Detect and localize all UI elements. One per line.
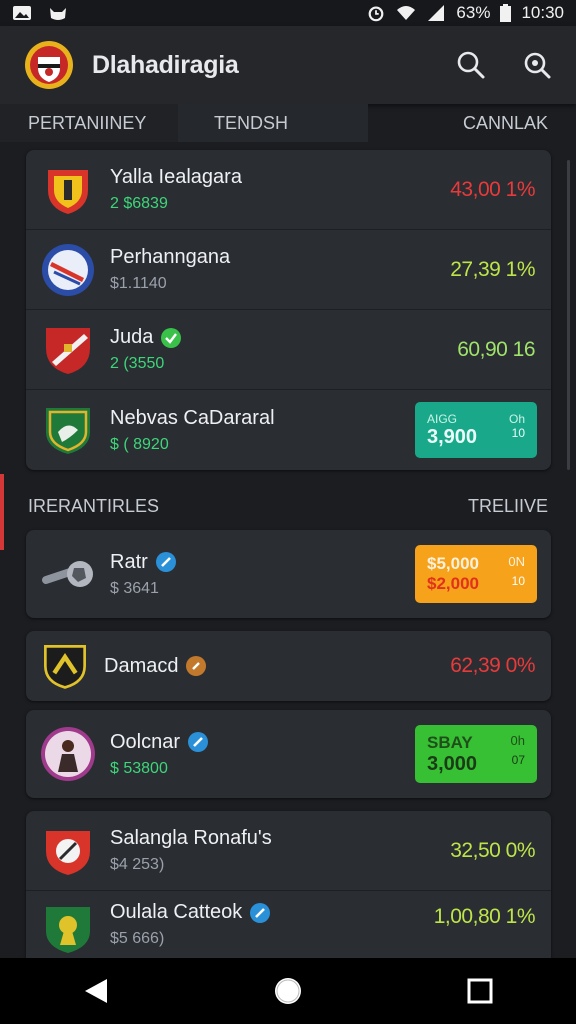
item-name: Yalla Iealagara	[110, 166, 242, 188]
pill-label-right: 0h	[510, 732, 525, 748]
app-title: Dlahadiragia	[92, 50, 239, 79]
item-value: 1,00,80 1%	[433, 905, 536, 928]
item-sub: $5 666)	[110, 930, 165, 947]
item-sub: $4 253)	[110, 856, 165, 873]
item-name: Juda	[110, 326, 182, 349]
home-icon	[275, 978, 301, 1004]
zoom-search-icon[interactable]	[522, 50, 552, 80]
list-item[interactable]: Perhanngana $1.1140 27,39 1%	[26, 230, 551, 310]
club-crest-icon	[46, 408, 90, 454]
search-icon[interactable]	[456, 50, 486, 80]
item-sub: $ 53800	[110, 759, 168, 777]
wifi-icon	[397, 6, 416, 20]
club-crest-icon	[42, 243, 94, 296]
list-item[interactable]: Yalla Iealagara 2 $6839 43,00 1%	[26, 150, 551, 230]
club-crest-icon	[46, 907, 90, 953]
pill-value: $2,000	[427, 574, 479, 593]
pill-value: 3,900	[427, 425, 478, 448]
item-sub: $ ( 8920	[110, 435, 169, 453]
list-item[interactable]: Oolcnar $ 53800 SBAY 0h 3,000 07	[26, 710, 551, 798]
player-card[interactable]: Damacd 62,39 0%	[26, 631, 551, 701]
item-name: Ratr	[110, 551, 176, 574]
list-item[interactable]: Nebvas CaDararal $ ( 8920 AIGG Oh 3,900 10	[26, 390, 551, 470]
bottom-list-card: Salangla Ronafu's $4 253) 32,50 0% Oulal…	[26, 811, 551, 958]
club-crest-icon	[46, 830, 90, 875]
tab-1[interactable]: PERTANIINEY	[0, 104, 178, 142]
section-action[interactable]: TRELIIVE	[468, 496, 548, 517]
verified-icon	[250, 902, 271, 923]
club-crest-icon	[48, 169, 88, 214]
pill-small: 07	[511, 752, 525, 767]
verified-icon	[188, 732, 209, 752]
recents-icon	[467, 978, 493, 1004]
list-item[interactable]: Damacd 62,39 0%	[26, 631, 551, 701]
pill-small: 10	[511, 574, 525, 588]
section-header: IRERANTIRLES TRELIIVE	[0, 490, 576, 522]
item-name: Oulala Catteok	[110, 901, 271, 924]
recents-button[interactable]	[456, 967, 504, 1015]
coin-icon	[186, 656, 207, 676]
home-button[interactable]	[264, 967, 312, 1015]
clock: 10:30	[521, 3, 564, 22]
gallery-icon	[13, 6, 31, 20]
scrollbar[interactable]	[567, 160, 570, 470]
item-value: 60,90 16	[457, 337, 535, 361]
pill-small: 10	[511, 425, 525, 440]
alarm-icon	[369, 6, 384, 22]
club-crest-icon	[46, 327, 90, 374]
club-logo	[25, 41, 73, 89]
club-crest-icon	[44, 645, 86, 689]
item-sub: 2 $6839	[110, 195, 168, 212]
item-name: Nebvas CaDararal	[110, 406, 275, 429]
item-value: 32,50 0%	[450, 838, 535, 862]
item-sub: $1.1140	[110, 275, 167, 292]
pill-label: AIGG	[427, 411, 458, 426]
back-button[interactable]	[72, 967, 120, 1015]
list-item[interactable]: Salangla Ronafu's $4 253) 32,50 0%	[26, 811, 551, 891]
list-item[interactable]: Oulala Catteok $5 666) 1,00,80 1%	[26, 891, 551, 958]
item-name: Oolcnar	[110, 731, 209, 754]
player-card[interactable]: Oolcnar $ 53800 SBAY 0h 3,000 07	[26, 710, 551, 798]
pill-label-right: 0N	[508, 554, 525, 569]
value-pill[interactable]: AIGG Oh 3,900 10	[415, 402, 537, 458]
pill-label: $5,000	[427, 554, 479, 573]
item-name: Perhanngana	[110, 246, 231, 268]
item-value: 43,00 1%	[450, 177, 535, 201]
tab-2[interactable]: TENDSH	[178, 104, 368, 142]
battery-icon	[500, 4, 512, 22]
item-value: 62,39 0%	[450, 654, 535, 677]
tab-3[interactable]: CANNLAK	[463, 104, 576, 142]
verified-icon	[155, 552, 176, 572]
item-value: 27,39 1%	[450, 257, 535, 281]
pill-value: 3,000	[427, 752, 478, 775]
item-name: Salangla Ronafu's	[110, 827, 272, 849]
top-list-card: Yalla Iealagara 2 $6839 43,00 1% Perhann…	[26, 150, 551, 470]
value-pill[interactable]: SBAY 0h 3,000 07	[415, 725, 537, 783]
value-pill[interactable]: $5,000 0N $2,000 10	[415, 545, 537, 603]
football-icon	[42, 561, 93, 587]
tab-bar: PERTANIINEY TENDSH CANNLAK	[0, 104, 576, 142]
list-item[interactable]: Ratr $ 3641 $5,000 0N $2,000 10	[26, 530, 551, 618]
pill-label-right: Oh	[508, 411, 525, 426]
app-bar: Dlahadiragia	[0, 26, 576, 104]
player-card[interactable]: Ratr $ 3641 $5,000 0N $2,000 10	[26, 530, 551, 618]
list-item[interactable]: Juda 2 (3550 60,90 16	[26, 310, 551, 390]
battery-percent: 63%	[456, 3, 491, 22]
signal-icon	[428, 5, 445, 21]
back-icon	[85, 979, 107, 1003]
player-avatar	[41, 727, 95, 781]
verified-icon	[161, 327, 182, 348]
item-sub: 2 (3550	[110, 355, 165, 372]
pill-label: SBAY	[427, 732, 473, 752]
item-name: Damacd	[104, 655, 207, 678]
status-bar: 63% 10:30	[0, 0, 576, 26]
cat-icon	[50, 8, 66, 20]
section-title: IRERANTIRLES	[28, 495, 160, 516]
item-sub: $ 3641	[110, 579, 159, 597]
system-nav-bar	[0, 958, 576, 1024]
